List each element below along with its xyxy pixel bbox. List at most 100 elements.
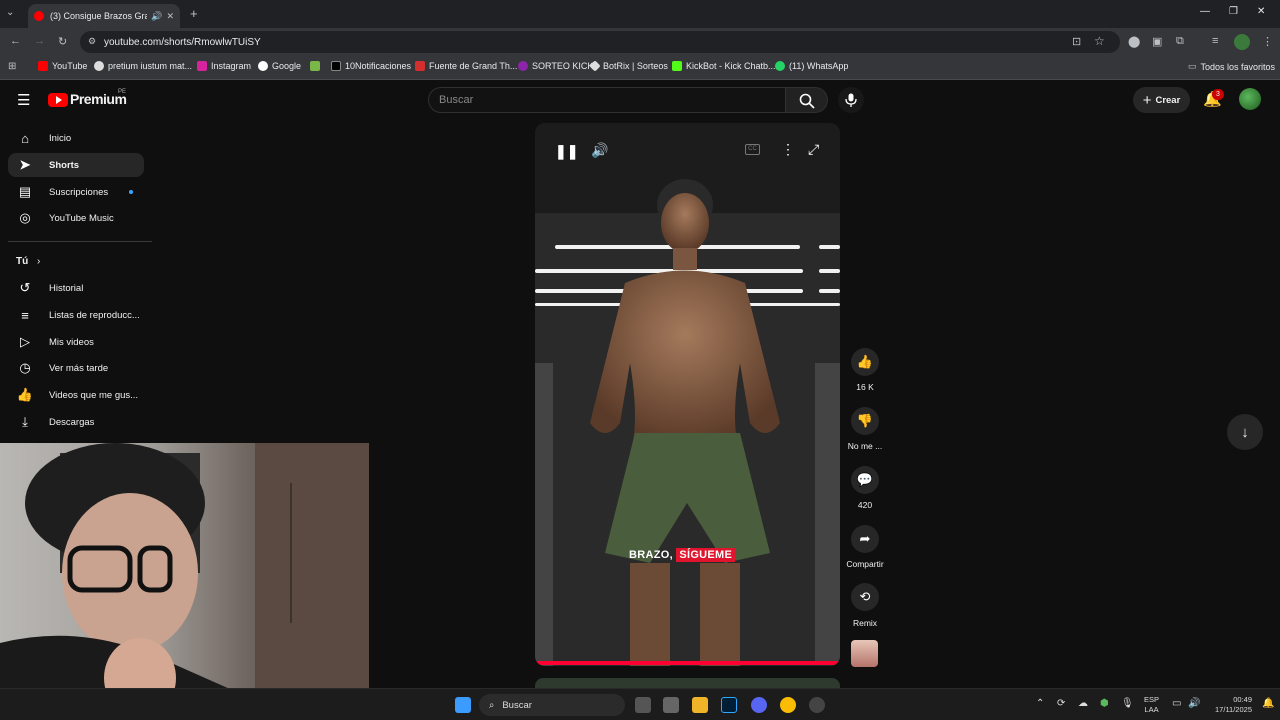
- browser-tab[interactable]: (3) Consigue Brazos Grande 🔊 ✕: [28, 4, 180, 28]
- taskbar-search[interactable]: ⌕ Buscar: [479, 694, 625, 716]
- bookmark-10notificaciones[interactable]: 10Notificaciones: [331, 61, 411, 71]
- new-content-dot: [129, 190, 133, 194]
- you-section-header[interactable]: Tú ›: [16, 256, 40, 267]
- more-options-icon[interactable]: ⋮: [781, 141, 795, 158]
- bookmark-whatsapp[interactable]: (11) WhatsApp: [775, 61, 848, 71]
- sound-thumbnail[interactable]: [851, 640, 878, 667]
- volume-tray-icon[interactable]: 🔊: [1188, 698, 1200, 709]
- next-short-button[interactable]: ↓: [1227, 414, 1263, 450]
- youtube-icon: [38, 61, 48, 71]
- file-explorer-icon[interactable]: [692, 697, 708, 713]
- create-button[interactable]: + Crear: [1133, 87, 1190, 113]
- youtube-logo-icon[interactable]: [48, 93, 68, 107]
- bookmark-instagram[interactable]: Instagram: [197, 61, 251, 71]
- remix-label: Remix: [852, 618, 878, 628]
- speaker-icon[interactable]: 🔊: [151, 11, 162, 22]
- dislike-button[interactable]: 👎: [851, 407, 879, 435]
- close-window-icon[interactable]: ✕: [1257, 6, 1265, 17]
- sidebar-item-shorts[interactable]: ➤ Shorts: [8, 153, 144, 177]
- back-icon[interactable]: ←: [10, 35, 21, 47]
- windows-start-icon[interactable]: [455, 697, 471, 713]
- share-arrow-icon: ➦: [859, 531, 871, 546]
- like-icon: 👍: [16, 387, 34, 402]
- sidebar-item-descargas[interactable]: ⤓ Descargas: [8, 410, 144, 434]
- chrome-icon[interactable]: [780, 697, 796, 713]
- task-view-icon[interactable]: [635, 697, 651, 713]
- volume-icon[interactable]: 🔊: [591, 142, 608, 159]
- all-bookmarks[interactable]: ▭ Todos los favoritos: [1188, 61, 1275, 72]
- bookmark-botrix[interactable]: BotRix | Sorteos: [589, 60, 668, 72]
- discord-icon[interactable]: [751, 697, 767, 713]
- sidebar-item-inicio[interactable]: ⌂ Inicio: [8, 126, 144, 150]
- bookmark-pretium[interactable]: pretium iustum mat...: [94, 61, 192, 71]
- sidebar-item-videos-gustan[interactable]: 👍 Videos que me gus...: [8, 383, 144, 407]
- url-field[interactable]: ⚙ youtube.com/shorts/RmowlwTUiSY ⊡ ☆: [80, 31, 1120, 53]
- bookmark-sorteo-kick[interactable]: SORTEO KICK: [518, 61, 593, 71]
- search-input[interactable]: Buscar: [428, 87, 786, 113]
- photoshop-icon[interactable]: [721, 697, 737, 713]
- next-short-preview[interactable]: [535, 678, 840, 688]
- home-icon: ⌂: [21, 130, 29, 146]
- captions-icon[interactable]: CC: [745, 144, 760, 155]
- site-info-icon[interactable]: ⚙: [88, 36, 96, 47]
- bookmark-kickbot[interactable]: KickBot - Kick Chatb...: [672, 61, 776, 71]
- widgets-icon[interactable]: [663, 697, 679, 713]
- tab-list-icon[interactable]: ⌄: [6, 7, 14, 18]
- new-tab-icon[interactable]: +: [190, 6, 198, 21]
- sidebar-item-youtube-music[interactable]: ◎ YouTube Music: [8, 206, 144, 230]
- close-tab-icon[interactable]: ✕: [166, 11, 174, 22]
- reload-icon[interactable]: ↻: [58, 35, 67, 48]
- dislike-label: No me ...: [847, 441, 883, 451]
- extension2-icon[interactable]: ▣: [1152, 35, 1162, 48]
- pause-icon[interactable]: ❚❚: [555, 143, 578, 160]
- short-video-player[interactable]: ❚❚ 🔊 CC ⋮ ⤢ BRAZO, SÍGUEME: [535, 123, 840, 666]
- search-icon: ⌕: [489, 699, 495, 711]
- apps-grid-icon[interactable]: ⊞: [8, 61, 16, 72]
- whatsapp-icon: [775, 61, 785, 71]
- search-button[interactable]: [786, 87, 828, 113]
- language-indicator[interactable]: ESP LAA: [1144, 695, 1159, 715]
- bookmark-star-icon[interactable]: ☆: [1094, 34, 1105, 48]
- bookmark-youtube[interactable]: YouTube: [38, 61, 87, 71]
- tray-app1-icon[interactable]: ⟳: [1057, 698, 1065, 709]
- sidebar-item-listas[interactable]: ≡ Listas de reproducc...: [8, 303, 144, 327]
- bookmark-pinwheel[interactable]: [310, 61, 324, 71]
- profile-avatar[interactable]: [1234, 34, 1250, 50]
- logo-country: PE: [118, 89, 127, 95]
- fullscreen-icon[interactable]: ⤢: [808, 141, 819, 158]
- account-avatar[interactable]: [1239, 88, 1261, 110]
- remix-button[interactable]: ⟲: [851, 583, 879, 611]
- minimize-icon[interactable]: —: [1200, 6, 1210, 17]
- x-icon: [331, 61, 341, 71]
- folder-icon: ▭: [1188, 61, 1197, 71]
- sidebar-item-ver-mas-tarde[interactable]: ◷ Ver más tarde: [8, 356, 144, 380]
- onedrive-icon[interactable]: ☁: [1078, 698, 1088, 709]
- extension-icon[interactable]: ⬤: [1128, 35, 1140, 48]
- clock[interactable]: 00:49 17/11/2025: [1206, 695, 1252, 715]
- comments-button[interactable]: 💬: [851, 466, 879, 494]
- tray-app2-icon[interactable]: ⬢: [1100, 698, 1109, 709]
- download-icon: ⤓: [22, 414, 28, 429]
- bookmark-fuente[interactable]: Fuente de Grand Th...: [415, 61, 517, 71]
- hamburger-menu-icon[interactable]: ☰: [17, 91, 30, 109]
- tray-chevron-icon[interactable]: ⌃: [1036, 698, 1044, 709]
- notification-center-icon[interactable]: 🔔: [1262, 698, 1274, 709]
- network-icon[interactable]: ▭: [1172, 698, 1181, 709]
- bookmark-google[interactable]: Google: [258, 61, 301, 71]
- voice-search-button[interactable]: [838, 87, 864, 113]
- media-control-icon[interactable]: ≡: [1212, 35, 1218, 47]
- install-app-icon[interactable]: ⊡: [1072, 35, 1081, 48]
- sidebar-item-historial[interactable]: ↺ Historial: [8, 276, 144, 300]
- extensions-puzzle-icon[interactable]: ⧉: [1176, 35, 1184, 48]
- restore-icon[interactable]: ❐: [1229, 6, 1238, 17]
- sidebar-item-suscripciones[interactable]: ▤ Suscripciones: [8, 180, 144, 204]
- forward-icon[interactable]: →: [34, 35, 45, 47]
- obs-icon[interactable]: [809, 697, 825, 713]
- instagram-icon: [197, 61, 207, 71]
- menu-kebab-icon[interactable]: ⋮: [1262, 35, 1273, 48]
- microphone-tray-icon[interactable]: 🎙: [1121, 698, 1134, 709]
- share-button[interactable]: ➦: [851, 525, 879, 553]
- like-button[interactable]: 👍: [851, 348, 879, 376]
- sidebar-item-mis-videos[interactable]: ▷ Mis videos: [8, 330, 144, 354]
- music-icon: ◎: [19, 210, 31, 225]
